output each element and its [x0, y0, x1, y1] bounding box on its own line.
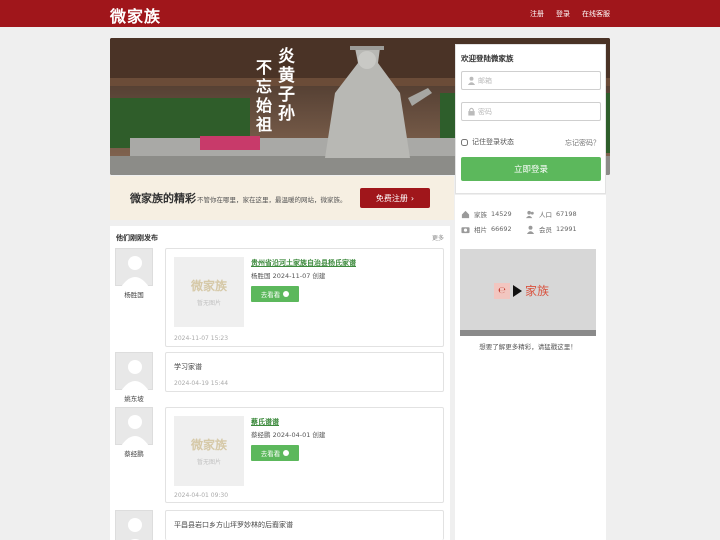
top-nav: 注册 登录 在线客服	[530, 9, 610, 19]
stat-photos-value: 66692	[491, 225, 512, 233]
free-register-button[interactable]: 免费注册 ›	[360, 188, 430, 208]
video-controls[interactable]	[460, 330, 596, 336]
user-icon	[467, 76, 476, 85]
recent-posts-section: 他们刚刚发布 更多 杨胜国 微家族 暂无图片 贵州省沿河土家族自治县杨氏家谱 杨…	[110, 226, 450, 540]
banner-calligraphy-1: 炎黄子孙	[278, 47, 295, 124]
video-brand: ℮ 家族	[494, 282, 549, 299]
stat-population: 人口 67198	[526, 209, 577, 219]
thumb-logo: 微家族	[190, 438, 227, 452]
post-title-link[interactable]: 蔡氏谱谱	[251, 417, 279, 427]
post-text[interactable]: 平昌县岩口乡方山坪罗妙林的后裔家谱	[174, 520, 293, 530]
post-thumbnail[interactable]: 微家族 暂无图片	[174, 416, 244, 486]
post-date: 2024-04-19 15:44	[174, 380, 229, 387]
recent-posts-title: 他们刚刚发布	[116, 234, 158, 242]
user-name[interactable]: 姚东坡	[115, 393, 153, 403]
stat-family-label: 家族	[474, 211, 487, 219]
member-icon	[526, 225, 535, 234]
stat-members-label: 会员	[539, 226, 552, 234]
avatar-placeholder-icon	[121, 360, 149, 391]
video-logo-icon: ℮	[494, 282, 510, 299]
login-title: 欢迎登陆微家族	[461, 54, 514, 63]
stats-panel: 家族 14529 人口 67198 相片 66692 会员 12991 ℮ 家族…	[455, 195, 606, 540]
view-button-label: 去看看	[260, 291, 281, 299]
avatar-placeholder-icon	[121, 415, 149, 446]
banner-calligraphy-2: 不忘始祖	[256, 58, 273, 134]
stat-photos: 相片 66692	[461, 224, 512, 234]
user-name[interactable]: 杨胜国	[115, 289, 153, 299]
stat-population-value: 67198	[556, 210, 577, 218]
more-link[interactable]: 更多	[432, 233, 444, 242]
stat-members-value: 12991	[556, 225, 577, 233]
post-text[interactable]: 学习家谱	[174, 362, 202, 372]
stat-family: 家族 14529	[461, 209, 512, 219]
video-brand-label: 家族	[525, 284, 550, 298]
people-icon	[526, 210, 534, 218]
top-bar: 微家族 注册 登录 在线客服	[0, 0, 720, 27]
post-meta: 杨胜国 2024-11-07 创建	[251, 272, 326, 280]
view-button[interactable]: 去看看	[251, 286, 299, 302]
intro-video[interactable]: ℮ 家族	[460, 249, 596, 336]
avatar[interactable]	[115, 407, 153, 446]
login-panel: 欢迎登陆微家族 记住登录状态 忘记密码？ 立即登录	[455, 44, 606, 194]
lock-icon	[468, 107, 475, 116]
site-logo[interactable]: 微家族	[110, 3, 161, 27]
remember-checkbox[interactable]	[461, 138, 468, 146]
video-caption[interactable]: 想要了解更多精彩，请猛戳这里！	[455, 341, 601, 351]
login-button[interactable]: 立即登录	[461, 157, 601, 181]
post-card: 微家族 暂无图片 贵州省沿河土家族自治县杨氏家谱 杨胜国 2024-11-07 …	[165, 248, 444, 347]
promo-strip: 微家族的精彩 不管你在哪里，家在这里，最温暖的网站，微家族。 免费注册 ›	[110, 176, 454, 220]
avatar[interactable]	[115, 352, 153, 391]
nav-support-link[interactable]: 在线客服	[582, 9, 610, 19]
arrow-circle-icon	[283, 450, 290, 456]
thumb-placeholder-text: 暂无图片	[196, 300, 221, 307]
nav-register-link[interactable]: 注册	[530, 9, 544, 19]
post-meta: 蔡经鹏 2024-04-01 创建	[251, 431, 326, 439]
stat-members: 会员 12991	[526, 224, 577, 234]
nav-login-link[interactable]: 登录	[556, 9, 570, 19]
avatar-placeholder-icon	[121, 256, 149, 287]
remember-label: 记住登录状态	[472, 138, 514, 146]
promo-subtitle: 不管你在哪里，家在这里，最温暖的网站，微家族。	[197, 196, 347, 204]
post-thumbnail[interactable]: 微家族 暂无图片	[174, 257, 244, 327]
free-register-label: 免费注册	[375, 193, 408, 203]
avatar-placeholder-icon	[128, 518, 142, 540]
arrow-circle-icon	[283, 291, 290, 297]
post-date: 2024-11-07 15:23	[174, 335, 229, 342]
forgot-password-link[interactable]: 忘记密码？	[565, 138, 600, 148]
user-name[interactable]: 蔡经鹏	[115, 448, 153, 458]
post-card: 学习家谱 2024-04-19 15:44	[165, 352, 444, 392]
thumb-placeholder-text: 暂无图片	[196, 459, 221, 466]
post-title-link[interactable]: 贵州省沿河土家族自治县杨氏家谱	[251, 258, 356, 268]
stat-population-label: 人口	[539, 211, 552, 219]
stat-family-value: 14529	[491, 210, 512, 218]
email-field[interactable]	[461, 71, 601, 90]
play-icon[interactable]	[513, 284, 522, 297]
home-icon	[461, 210, 470, 218]
thumb-logo: 微家族	[190, 279, 227, 293]
promo-title: 微家族的精彩	[130, 192, 196, 205]
password-field[interactable]	[461, 102, 601, 121]
view-button[interactable]: 去看看	[251, 445, 299, 461]
post-card: 微家族 暂无图片 蔡氏谱谱 蔡经鹏 2024-04-01 创建 去看看 2024…	[165, 407, 444, 503]
password-input[interactable]	[478, 105, 596, 118]
remember-me[interactable]: 记住登录状态	[461, 137, 514, 147]
view-button-label: 去看看	[260, 450, 281, 458]
email-input[interactable]	[478, 74, 596, 87]
post-date: 2024-04-01 09:30	[174, 492, 229, 499]
avatar[interactable]	[115, 510, 153, 540]
stat-photos-label: 相片	[474, 226, 487, 234]
chevron-right-icon: ›	[410, 193, 415, 203]
post-card: 平昌县岩口乡方山坪罗妙林的后裔家谱	[165, 510, 444, 540]
avatar[interactable]	[115, 248, 153, 287]
camera-icon	[461, 226, 470, 233]
